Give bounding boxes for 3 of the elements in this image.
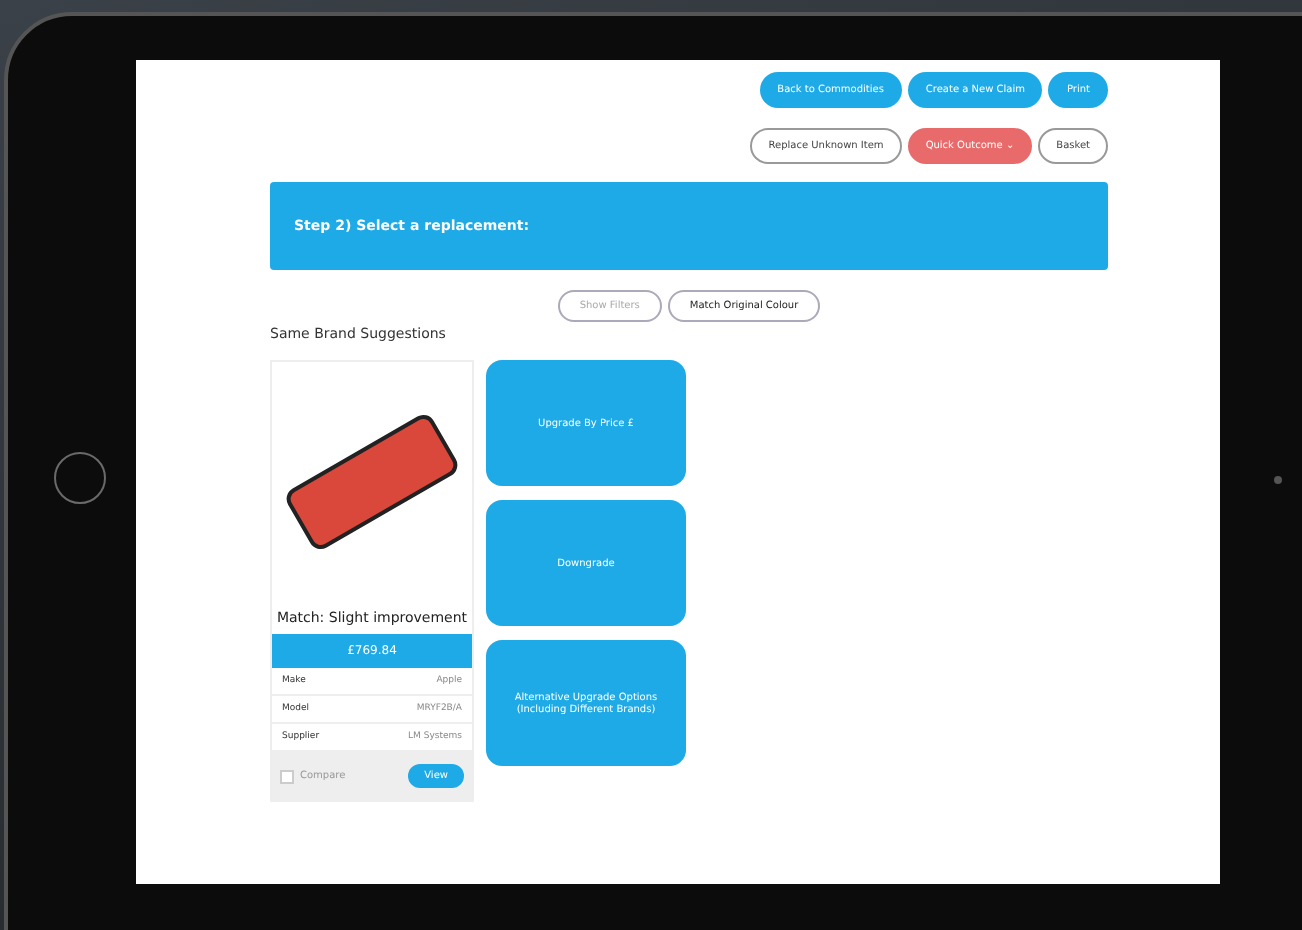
camera-icon: [1274, 476, 1282, 484]
home-button-icon: [54, 452, 106, 504]
compare-checkbox[interactable]: [280, 769, 294, 783]
